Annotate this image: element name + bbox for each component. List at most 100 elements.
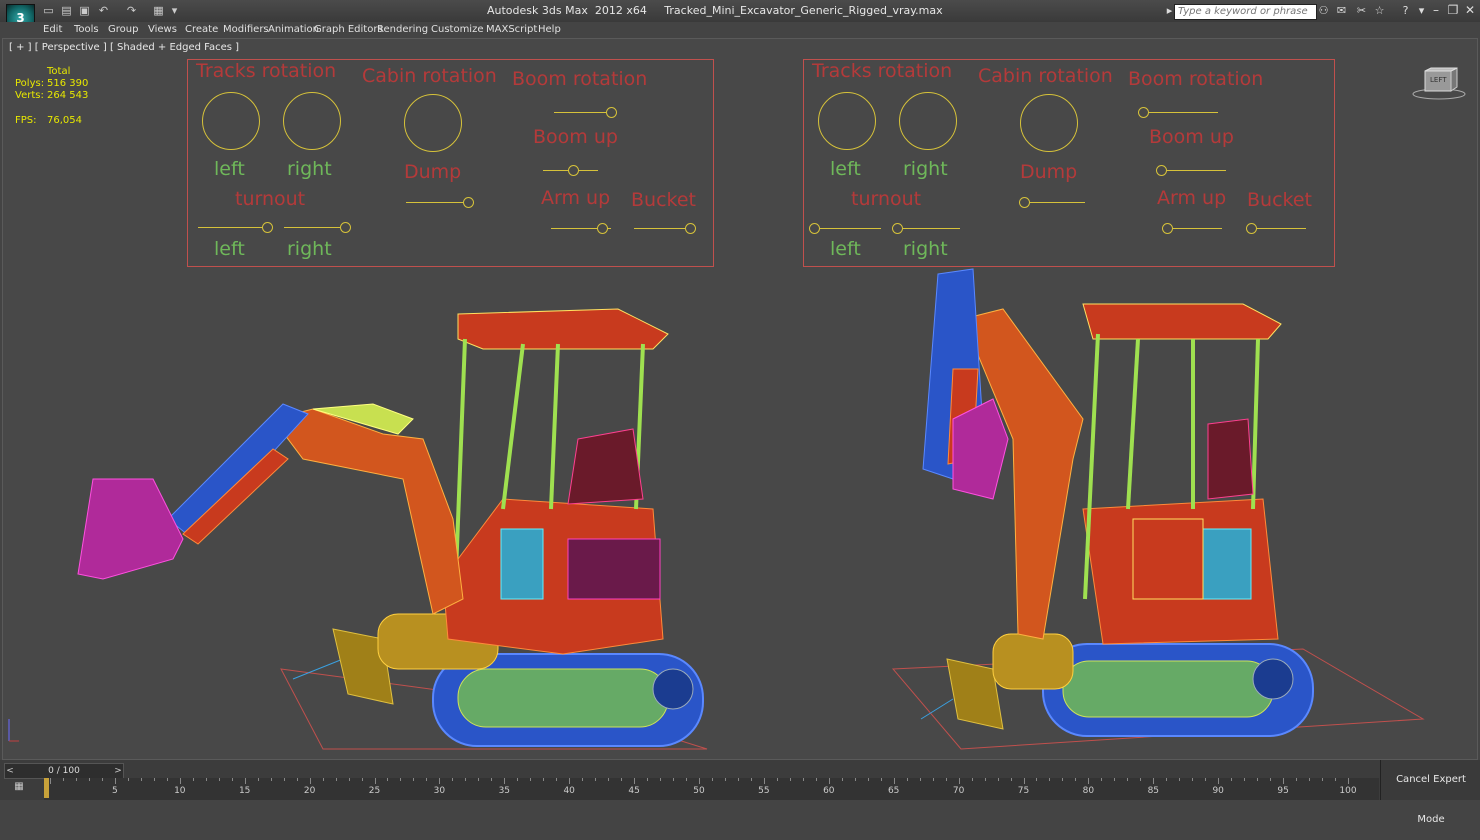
- time-slider-next-icon[interactable]: >: [113, 764, 123, 778]
- timeline-tick: [621, 778, 623, 781]
- tools-icon[interactable]: ✂: [1354, 4, 1369, 18]
- menu-group[interactable]: Group: [108, 24, 138, 35]
- restore-button[interactable]: ❐: [1445, 3, 1461, 17]
- timeline-tick: [647, 778, 649, 781]
- menu-modifiers[interactable]: Modifiers: [223, 24, 269, 35]
- menu-tools[interactable]: Tools: [74, 24, 99, 35]
- redo-icon[interactable]: ↷: [125, 4, 138, 17]
- timeline-tick: [1348, 778, 1349, 784]
- timeline-tick: [530, 778, 532, 781]
- project-icon[interactable]: ▦: [152, 4, 165, 17]
- timeline-tick: [88, 778, 90, 781]
- timeline-tick: [686, 778, 688, 781]
- timeline-tick: [556, 778, 558, 781]
- help-icon[interactable]: ?: [1398, 4, 1413, 18]
- timeline-tick: [737, 778, 739, 781]
- timeline-tick: [205, 778, 207, 781]
- menu-rendering[interactable]: Rendering: [377, 24, 428, 35]
- timeline-tick: [1036, 778, 1038, 781]
- undo-icon[interactable]: ↶: [97, 4, 110, 17]
- timeline-tick-label: 40: [563, 786, 575, 796]
- star-icon[interactable]: ☆: [1372, 4, 1387, 18]
- help-dropdown-icon[interactable]: ▾: [1414, 4, 1429, 18]
- timeline-ruler[interactable]: 5 10 15 20 25 30 35 40 45 50 55 60 65 70 75 80 85 90 95 100: [44, 778, 1379, 800]
- timeline-tick: [595, 778, 597, 781]
- menu-maxscript[interactable]: MAXScript: [486, 24, 537, 35]
- timeline-tick: [893, 778, 895, 784]
- timeline-tick: [153, 778, 155, 781]
- perspective-viewport[interactable]: [ + ] [ Perspective ] [ Shaded + Edged F…: [2, 38, 1478, 760]
- timeline-tick: [478, 778, 480, 781]
- timeline-tick: [322, 778, 324, 781]
- track-view-icon[interactable]: ▦: [8, 781, 30, 795]
- timeline-tick: [452, 778, 454, 781]
- timeline-tick: [854, 778, 856, 781]
- time-marker[interactable]: [44, 778, 49, 798]
- menu-help[interactable]: Help: [538, 24, 561, 35]
- timeline-tick-label: 20: [303, 786, 316, 796]
- timeline-tick-label: 45: [628, 786, 640, 796]
- timeline-tick: [192, 778, 194, 781]
- timeline-tick: [231, 778, 233, 781]
- timeline-tick: [919, 778, 921, 781]
- timeline-tick: [491, 778, 493, 781]
- timeline-tick: [387, 778, 389, 781]
- timeline-tick: [1023, 778, 1025, 784]
- timeline-tick: [1322, 778, 1324, 781]
- timeline-tick-label: 75: [1017, 786, 1030, 796]
- communication-icon[interactable]: ✉: [1334, 4, 1349, 18]
- timeline-tick: [1010, 778, 1012, 781]
- timeline-tick: [802, 778, 804, 781]
- open-icon[interactable]: ▤: [60, 4, 73, 17]
- timeline-tick: [724, 778, 726, 781]
- timeline-tick: [945, 778, 947, 781]
- new-icon[interactable]: ▭: [42, 4, 55, 17]
- timeline-tick: [140, 778, 142, 781]
- timeline-tick: [763, 778, 765, 784]
- timeline-tick: [1218, 778, 1220, 784]
- cancel-expert-mode-button[interactable]: Cancel Expert Mode: [1380, 760, 1480, 825]
- timeline-tick: [335, 778, 337, 781]
- timeline-tick-label: 70: [952, 786, 965, 796]
- timeline-tick: [789, 778, 791, 781]
- menu-graph-editors[interactable]: Graph Editors: [314, 24, 383, 35]
- timeline-tick: [711, 778, 713, 781]
- timeline-tick: [465, 778, 467, 781]
- time-bar: < 0 / 100 > ▦ 5 10 15 20 25 30 35 40 45 50 55 60 65 7…: [0, 760, 1380, 800]
- close-button[interactable]: ✕: [1462, 3, 1478, 17]
- minimize-button[interactable]: –: [1428, 3, 1444, 17]
- time-slider[interactable]: < 0 / 100 >: [4, 763, 124, 779]
- title-bar: 3 ▭ ▤ ▣ ↶ ↷ ▦ ▾ Autodesk 3ds Max 2012 x6…: [0, 0, 1480, 33]
- timeline-tick-label: 60: [823, 786, 835, 796]
- time-slider-label: 0 / 100: [48, 766, 80, 776]
- timeline-tick: [750, 778, 752, 781]
- save-icon[interactable]: ▣: [78, 4, 91, 17]
- timeline-tick: [1296, 778, 1298, 781]
- timeline-tick: [1244, 778, 1246, 781]
- timeline-tick-label: 5: [112, 786, 118, 796]
- timeline-tick: [439, 778, 441, 784]
- menu-animation[interactable]: Animation: [268, 24, 319, 35]
- timeline-tick: [127, 778, 129, 781]
- menu-create[interactable]: Create: [185, 24, 218, 35]
- timeline-tick: [1140, 778, 1142, 781]
- timeline-tick: [426, 778, 428, 781]
- timeline-tick: [361, 778, 363, 781]
- search-input[interactable]: Type a keyword or phrase: [1174, 4, 1317, 20]
- timeline-tick: [75, 778, 77, 781]
- excavator-model-right[interactable]: [3, 39, 1479, 761]
- timeline-tick: [1049, 778, 1051, 781]
- menu-edit[interactable]: Edit: [43, 24, 62, 35]
- timeline-tick-label: 10: [174, 786, 186, 796]
- timeline-tick: [673, 778, 675, 781]
- menu-views[interactable]: Views: [148, 24, 177, 35]
- timeline-tick: [971, 778, 973, 781]
- timeline-tick: [1309, 778, 1311, 781]
- timeline-tick-label: 55: [758, 786, 770, 796]
- qat-dropdown-icon[interactable]: ▾: [168, 4, 181, 17]
- menu-customize[interactable]: Customize: [431, 24, 484, 35]
- timeline-tick-label: 100: [1339, 786, 1357, 796]
- binoculars-icon[interactable]: ⚇: [1316, 4, 1331, 18]
- timeline-tick: [699, 778, 700, 784]
- timeline-tick: [218, 778, 220, 781]
